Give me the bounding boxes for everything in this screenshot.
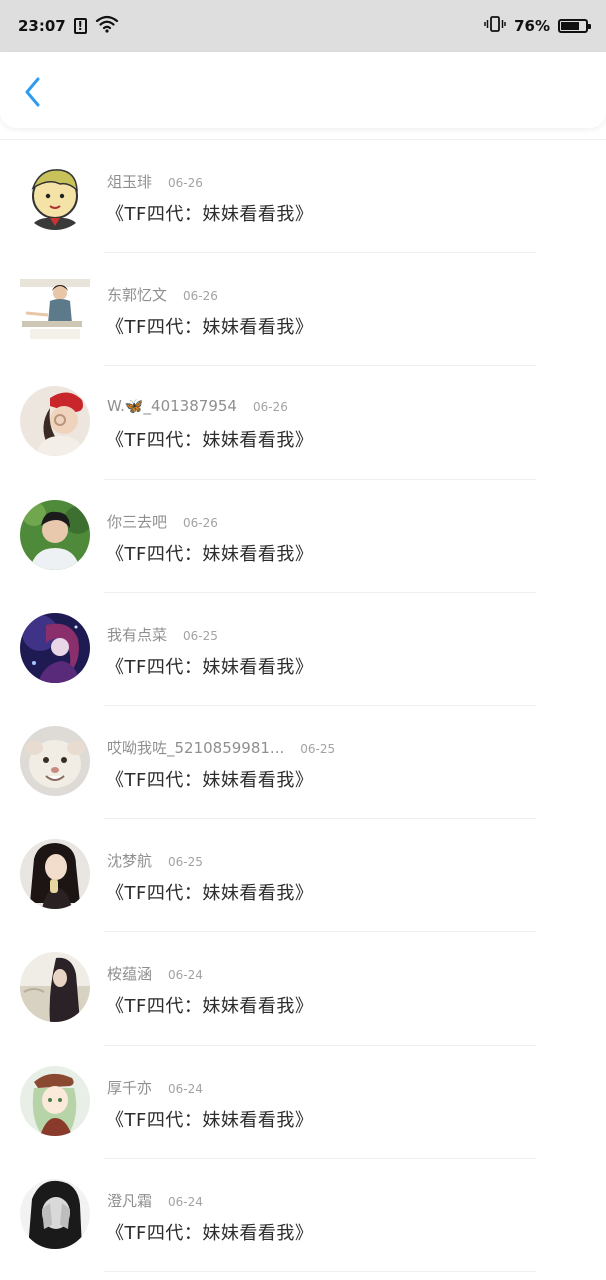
comment-meta: 厚千亦 06-24 [107,1077,203,1098]
status-bar-left: 23:07 ! [18,15,119,37]
user-name[interactable]: W.🦋_401387954 [107,397,237,415]
comment-date: 06-26 [183,515,218,530]
comment-date: 06-26 [252,400,288,415]
user-name[interactable]: 桉蕴涵 [107,963,152,984]
list-item[interactable]: 厚千亦 06-24 《TF四代：妹妹看看我》 [0,1046,606,1159]
back-button[interactable] [18,74,48,110]
comment-text: 《TF四代：妹妹看看我》 [106,1222,314,1244]
comment-meta: 哎呦我咗_5210859981... 06-25 [107,737,335,758]
user-name[interactable]: 俎玉琲 [107,171,152,192]
avatar[interactable] [20,612,90,683]
comment-text: 《TF四代：妹妹看看我》 [106,883,314,905]
user-name[interactable]: 厚千亦 [107,1077,152,1098]
avatar[interactable] [20,160,90,230]
comment-text: 《TF四代：妹妹看看我》 [106,204,314,225]
status-bar-right: 76% [484,15,591,37]
comment-meta: W.🦋_401387954 06-26 [107,397,288,415]
comment-meta: 你三去吧 06-26 [107,511,218,532]
list-item[interactable]: 东郭忆文 06-26 《TF四代：妹妹看看我》 [0,253,606,367]
comment-date: 06-25 [300,741,336,756]
user-name[interactable]: 你三去吧 [107,511,167,532]
nav-bar [0,52,606,128]
list-item[interactable]: 俎玉琲 06-26 《TF四代：妹妹看看我》 [0,140,606,254]
user-name[interactable]: 澄凡霜 [107,1190,152,1211]
list-item[interactable]: W.🦋_401387954 06-26 《TF四代：妹妹看看我》 [0,366,606,480]
list-item[interactable]: 澄凡霜 06-24 《TF四代：妹妹看看我》 [0,1159,606,1272]
row-divider [104,1270,536,1272]
avatar[interactable] [20,725,90,796]
list-item[interactable]: 我有点菜 06-25 《TF四代：妹妹看看我》 [0,593,606,706]
comment-date: 06-25 [183,628,218,643]
comment-text: 《TF四代：妹妹看看我》 [106,656,314,678]
user-name[interactable]: 东郭忆文 [107,284,167,305]
list-item[interactable]: 沈梦航 06-25 《TF四代：妹妹看看我》 [0,819,606,933]
avatar[interactable] [20,839,90,910]
list-item[interactable]: 桉蕴涵 06-24 《TF四代：妹妹看看我》 [0,932,606,1046]
comment-text: 《TF四代：妹妹看看我》 [106,317,314,339]
comment-text: 《TF四代：妹妹看看我》 [106,769,314,791]
comment-date: 06-26 [183,289,218,304]
user-name[interactable]: 沈梦航 [107,850,152,871]
comment-meta: 澄凡霜 06-24 [107,1190,203,1211]
comment-date: 06-24 [168,1194,203,1209]
alert-icon: ! [73,18,87,34]
comment-meta: 东郭忆文 06-26 [107,284,218,305]
avatar[interactable] [20,1178,90,1249]
chevron-left-icon [25,77,40,107]
comment-list: 俎玉琲 06-26 《TF四代：妹妹看看我》 东郭忆文 06-26 《TF四代：… [0,140,606,1272]
user-name[interactable]: 哎呦我咗_5210859981... [107,737,284,758]
comment-meta: 桉蕴涵 06-24 [107,963,203,984]
battery-percent: 76% [514,17,550,35]
comment-date: 06-25 [168,855,203,870]
avatar[interactable] [20,499,90,570]
clock: 23:07 [18,17,66,35]
comment-date: 06-26 [168,176,203,190]
comment-date: 06-24 [168,1081,203,1096]
battery-level [561,22,580,30]
battery-icon [558,19,591,33]
comment-meta: 沈梦航 06-25 [107,850,203,871]
status-bar: 23:07 ! 76% [0,0,606,52]
comment-meta: 俎玉琲 06-26 [107,171,203,192]
wifi-icon [95,15,119,37]
comment-text: 《TF四代：妹妹看看我》 [106,1109,314,1131]
avatar[interactable] [20,1065,90,1136]
avatar[interactable] [20,952,90,1023]
comment-text: 《TF四代：妹妹看看我》 [106,430,314,452]
list-item[interactable]: 你三去吧 06-26 《TF四代：妹妹看看我》 [0,480,606,593]
vibrate-icon [484,15,506,37]
list-item[interactable]: 哎呦我咗_5210859981... 06-25 《TF四代：妹妹看看我》 [0,706,606,820]
comment-meta: 我有点菜 06-25 [107,624,218,645]
avatar[interactable] [20,273,90,344]
avatar[interactable] [20,386,90,457]
comment-text: 《TF四代：妹妹看看我》 [106,543,314,565]
comment-date: 06-24 [168,968,203,983]
comment-text: 《TF四代：妹妹看看我》 [106,996,314,1018]
user-name[interactable]: 我有点菜 [107,624,167,645]
